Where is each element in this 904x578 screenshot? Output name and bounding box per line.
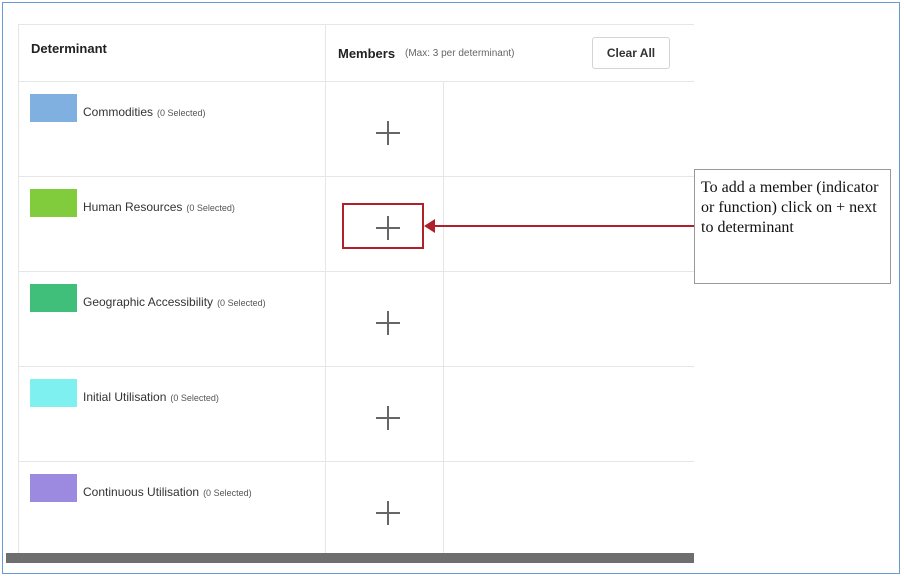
selected-count: (0 Selected) bbox=[157, 108, 206, 118]
arrow-left-icon bbox=[424, 219, 435, 233]
determinant-label: Initial Utilisation (0 Selected) bbox=[83, 390, 219, 404]
plus-icon[interactable] bbox=[376, 121, 400, 145]
add-member-cell bbox=[325, 82, 444, 177]
determinant-row-initial-utilisation: Initial Utilisation (0 Selected) bbox=[19, 367, 694, 462]
determinant-table: Determinant Members (Max: 3 per determin… bbox=[18, 24, 694, 555]
selected-count: (0 Selected) bbox=[170, 393, 219, 403]
determinant-label: Human Resources (0 Selected) bbox=[83, 200, 235, 214]
plus-icon[interactable] bbox=[376, 501, 400, 525]
add-member-cell bbox=[325, 367, 444, 462]
determinant-label: Geographic Accessibility (0 Selected) bbox=[83, 295, 266, 309]
color-swatch bbox=[30, 189, 77, 217]
screenshot-frame: Determinant Members (Max: 3 per determin… bbox=[2, 2, 900, 574]
determinant-label: Commodities (0 Selected) bbox=[83, 105, 206, 119]
plus-icon[interactable] bbox=[376, 406, 400, 430]
selected-count: (0 Selected) bbox=[203, 488, 252, 498]
color-swatch bbox=[30, 94, 77, 122]
members-max-note: (Max: 3 per determinant) bbox=[405, 48, 515, 59]
clear-all-button[interactable]: Clear All bbox=[592, 37, 670, 69]
determinant-row-continuous-utilisation: Continuous Utilisation (0 Selected) bbox=[19, 462, 694, 555]
add-member-cell bbox=[325, 462, 444, 555]
color-swatch bbox=[30, 474, 77, 502]
members-title: Members bbox=[338, 46, 396, 61]
determinant-row-geographic-accessibility: Geographic Accessibility (0 Selected) bbox=[19, 272, 694, 367]
annotation-callout: To add a member (indicator or function) … bbox=[694, 169, 891, 284]
determinant-column-header: Determinant bbox=[31, 41, 107, 56]
selected-count: (0 Selected) bbox=[186, 203, 235, 213]
plus-icon[interactable] bbox=[376, 311, 400, 335]
determinant-row-commodities: Commodities (0 Selected) bbox=[19, 82, 694, 177]
determinant-label: Continuous Utilisation (0 Selected) bbox=[83, 485, 252, 499]
color-swatch bbox=[30, 379, 77, 407]
highlight-box bbox=[342, 203, 424, 249]
horizontal-scrollbar[interactable] bbox=[6, 553, 694, 563]
annotation-arrow-line bbox=[433, 225, 695, 227]
color-swatch bbox=[30, 284, 77, 312]
table-header: Determinant Members (Max: 3 per determin… bbox=[19, 25, 694, 82]
selected-count: (0 Selected) bbox=[217, 298, 266, 308]
add-member-cell bbox=[325, 272, 444, 367]
members-column-header: Members (Max: 3 per determinant) Clear A… bbox=[325, 25, 694, 81]
